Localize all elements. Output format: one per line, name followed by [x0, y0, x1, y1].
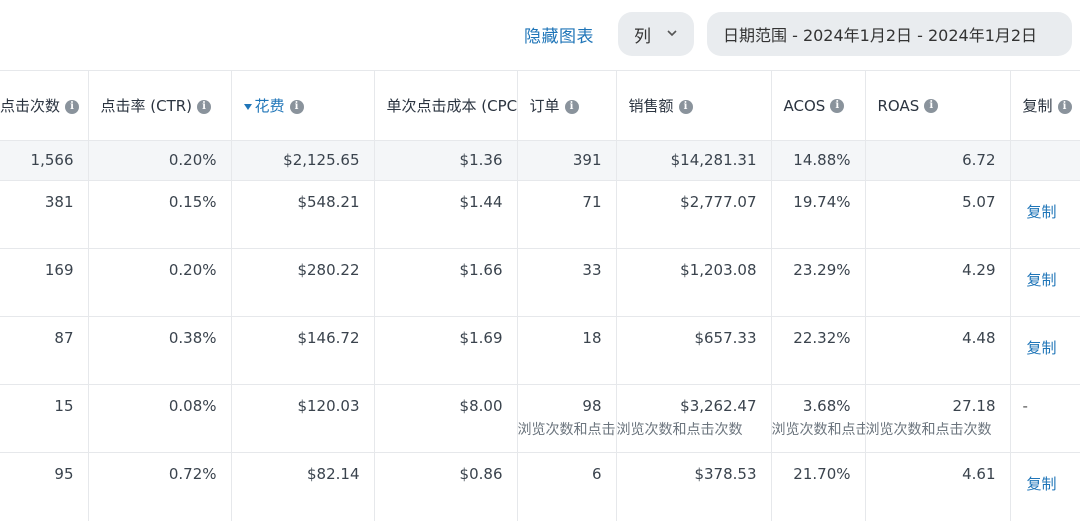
info-icon[interactable]: i: [830, 99, 845, 113]
table-row: 381 0.15% $548.21 $1.44 71 $2,777.07 19.…: [0, 180, 1080, 249]
acos-cell: 23.29%: [770, 248, 865, 317]
clicks-cell: 381: [0, 180, 88, 249]
totals-row: 1,566 0.20% $2,125.65 $1.36 391 $14,281.…: [0, 140, 1080, 181]
roas-cell: 4.29: [864, 248, 1010, 317]
clicks-cell: 95: [0, 452, 88, 521]
copy-link[interactable]: 复制: [1027, 475, 1057, 493]
cpc-cell: $1.44: [373, 180, 517, 249]
total-ctr: 0.20%: [87, 140, 231, 181]
ctr-cell: 0.08%: [87, 384, 231, 453]
cpc-cell: $1.66: [373, 248, 517, 317]
sort-desc-icon: [243, 103, 252, 110]
ctr-cell: 0.72%: [87, 452, 231, 521]
clicks-cell: 169: [0, 248, 88, 317]
note-text: 浏览次数和点击次数: [771, 422, 865, 438]
columns-button[interactable]: 列: [618, 12, 694, 56]
ctr-cell: 0.20%: [87, 248, 231, 317]
info-icon[interactable]: i: [924, 99, 939, 113]
col-header-sales[interactable]: 销售额 i: [615, 70, 771, 141]
copy-cell: 复制: [1009, 180, 1080, 249]
note-text: 浏览次数和点击次数: [865, 422, 992, 438]
col-header-ctr[interactable]: 点击率 (CTR) i: [87, 70, 231, 141]
sales-cell: $657.33: [615, 316, 771, 385]
sales-cell: $3,262.47 浏览次数和点击次数: [615, 384, 771, 453]
no-copy-dash: -: [1022, 397, 1028, 415]
acos-cell: 19.74%: [770, 180, 865, 249]
total-orders: 391: [516, 140, 616, 181]
total-roas: 6.72: [864, 140, 1010, 181]
table-row: 87 0.38% $146.72 $1.69 18 $657.33 22.32%…: [0, 316, 1080, 385]
acos-cell: 3.68%浏览次数和点击次数: [770, 384, 865, 453]
date-range-button[interactable]: 日期范围 - 2024年1月2日 - 2024年1月2日: [707, 12, 1072, 56]
col-header-spend[interactable]: 花费 i: [230, 70, 374, 141]
note-text: 浏览次数和点击次数: [616, 422, 743, 438]
hide-chart-link[interactable]: 隐藏图表: [524, 22, 594, 47]
chevron-down-icon: [667, 30, 677, 37]
copy-link[interactable]: 复制: [1027, 203, 1057, 221]
info-icon[interactable]: i: [197, 99, 212, 114]
acos-cell: 22.32%: [770, 316, 865, 385]
info-icon[interactable]: i: [65, 99, 80, 114]
info-icon[interactable]: i: [678, 99, 693, 114]
orders-cell: 33: [516, 248, 616, 317]
total-cpc: $1.36: [373, 140, 517, 181]
cpc-cell: $1.69: [373, 316, 517, 385]
cpc-cell: $8.00: [373, 384, 517, 453]
acos-cell: 21.70%: [770, 452, 865, 521]
roas-cell: 4.61: [864, 452, 1010, 521]
copy-cell: 复制: [1009, 316, 1080, 385]
roas-cell: 27.18 浏览次数和点击次数: [864, 384, 1010, 453]
col-header-cpc[interactable]: 单次点击成本 (CPC): [373, 70, 517, 141]
roas-cell: 5.07: [864, 180, 1010, 249]
cpc-cell: $0.86: [373, 452, 517, 521]
copy-cell: 复制: [1009, 248, 1080, 317]
table-row: 95 0.72% $82.14 $0.86 6 $378.53 21.70% 4…: [0, 452, 1080, 521]
sales-cell: $2,777.07: [615, 180, 771, 249]
total-sales: $14,281.31: [615, 140, 771, 181]
ctr-cell: 0.15%: [87, 180, 231, 249]
total-copy: [1009, 140, 1080, 181]
orders-cell: 71: [516, 180, 616, 249]
total-acos: 14.88%: [770, 140, 865, 181]
table-row: 15 0.08% $120.03 $8.00 98浏览次数和点击次数 $3,26…: [0, 384, 1080, 453]
campaign-table: 点击次数 i 点击率 (CTR) i 花费 i 单次点击成本 (CPC) 订单 i 销售…: [0, 70, 1080, 521]
clicks-cell: 15: [0, 384, 88, 453]
col-header-clicks[interactable]: 点击次数 i: [0, 70, 88, 141]
col-header-acos[interactable]: ACOS i: [770, 70, 865, 141]
date-range-label: 日期范围 - 2024年1月2日 - 2024年1月2日: [723, 26, 1038, 45]
header-row: 点击次数 i 点击率 (CTR) i 花费 i 单次点击成本 (CPC) 订单 i 销售…: [0, 70, 1080, 141]
spend-cell: $280.22: [230, 248, 374, 317]
col-header-copy: 复制 i: [1009, 70, 1080, 141]
table-row: 169 0.20% $280.22 $1.66 33 $1,203.08 23.…: [0, 248, 1080, 317]
spend-cell: $82.14: [230, 452, 374, 521]
columns-label: 列: [634, 26, 651, 47]
orders-cell: 18: [516, 316, 616, 385]
info-icon[interactable]: i: [564, 99, 579, 114]
total-clicks: 1,566: [0, 140, 88, 181]
copy-link[interactable]: 复制: [1027, 339, 1057, 357]
info-icon[interactable]: i: [1057, 99, 1072, 114]
spend-cell: $548.21: [230, 180, 374, 249]
col-header-roas[interactable]: ROAS i: [864, 70, 1010, 141]
roas-cell: 4.48: [864, 316, 1010, 385]
copy-cell: 复制: [1009, 452, 1080, 521]
clicks-cell: 87: [0, 316, 88, 385]
ctr-cell: 0.38%: [87, 316, 231, 385]
spend-cell: $146.72: [230, 316, 374, 385]
sales-cell: $1,203.08: [615, 248, 771, 317]
total-spend: $2,125.65: [230, 140, 374, 181]
orders-cell: 98浏览次数和点击次数: [516, 384, 616, 453]
copy-link[interactable]: 复制: [1027, 271, 1057, 289]
col-header-orders[interactable]: 订单 i: [516, 70, 616, 141]
spend-cell: $120.03: [230, 384, 374, 453]
copy-cell: -: [1009, 384, 1080, 453]
toolbar: 隐藏图表 列 日期范围 - 2024年1月2日 - 2024年1月2日: [0, 0, 1080, 70]
info-icon[interactable]: i: [289, 99, 304, 114]
sales-cell: $378.53: [615, 452, 771, 521]
note-text: 浏览次数和点击次数: [517, 422, 616, 438]
orders-cell: 6: [516, 452, 616, 521]
